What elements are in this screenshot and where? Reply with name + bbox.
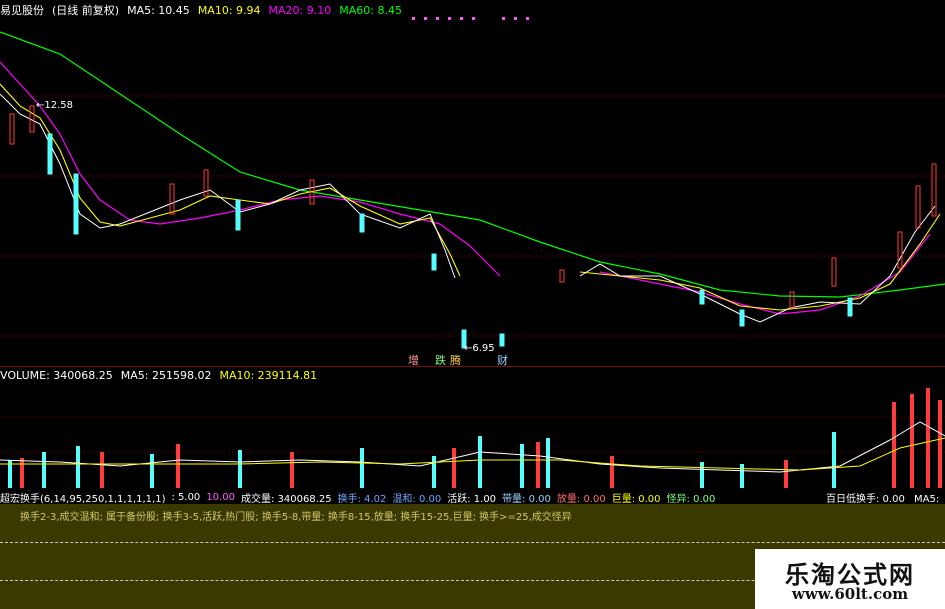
indicator-notes: 换手2-3,成交温和; 属于备份股; 换手3-5,活跃,热门股; 换手5-8,带… [20,512,572,523]
watermark-box: 乐淘公式网 www.60lt.com [755,549,945,609]
volume-header: VOLUME: 340068.25 MA5: 251598.02 MA10: 2… [0,369,317,382]
indicator-v2: 10.00 [206,492,235,503]
volume-chart[interactable] [0,382,945,488]
price-volume-divider [0,366,945,367]
ma20-line-2 [599,233,931,315]
indicator-name: 超宏换手(6,14,95,250,1,1,1,1,1,1) [0,494,166,505]
indicator-header: 超宏换手(6,14,95,250,1,1,1,1,1,1) : 5.00 10.… [0,490,715,505]
ma20-line [0,61,501,277]
ma5-line-2 [579,205,936,323]
indicator-right-labels: 百日低换手: 0.00 MA5: [826,490,939,505]
volume-ma5: MA5: 251598.02 [120,369,212,382]
indicator-juliang: 巨量: 0.00 [611,494,661,505]
indicator-fangliang: 放量: 0.00 [556,494,606,505]
ma5-line [0,93,456,279]
volume-title: VOLUME: 340068.25 [0,369,113,382]
indicator-huoyue: 活跃: 1.00 [447,494,497,505]
indicator-dash-1 [0,542,945,543]
high-price-label: ←12.58 [36,100,74,111]
ma10-line-2 [579,213,941,311]
indicator-vol: 成交量: 340068.25 [240,494,332,505]
indicator-v1: : 5.00 [171,492,201,503]
volume-ma10: MA10: 239114.81 [219,369,318,382]
ma10-line [0,83,461,277]
price-chart[interactable] [0,14,945,364]
ma60-line [0,31,945,298]
indicator-huanshou: 换手: 4.02 [337,494,387,505]
watermark-url: www.60lt.com [791,585,909,603]
indicator-guaiyi: 怪异: 0.00 [666,494,716,505]
indicator-wenjian: 温和: 0.00 [392,494,442,505]
indicator-dailiang: 带量: 0.00 [502,494,551,505]
